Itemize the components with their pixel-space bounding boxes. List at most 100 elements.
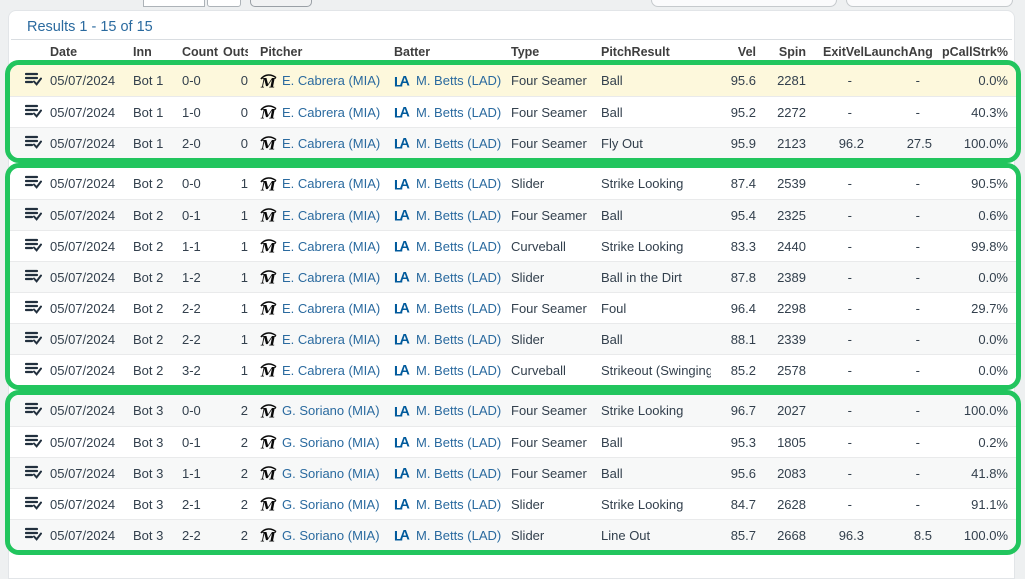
cell-pitcher-link[interactable]: E. Cabrera (MIA) — [282, 73, 380, 88]
cell-pitch-result: Ball — [591, 466, 711, 481]
cell-batter-link[interactable]: M. Betts (LAD) — [416, 239, 501, 254]
cell-inning: Bot 2 — [133, 176, 182, 191]
table-row[interactable]: 05/07/2024Bot 21-11ME. Cabrera (MIA)LAM.… — [10, 230, 1016, 261]
list-check-icon[interactable] — [25, 135, 42, 149]
cutoff-stepper[interactable] — [207, 0, 241, 7]
column-header-type[interactable]: Type — [501, 45, 591, 59]
column-header-spin[interactable]: Spin — [756, 45, 806, 59]
svg-text:M: M — [260, 469, 276, 481]
cell-exit-velocity: - — [806, 73, 864, 88]
cell-batter-link[interactable]: M. Betts (LAD) — [416, 497, 501, 512]
table-row[interactable]: 05/07/2024Bot 12-00ME. Cabrera (MIA)LAM.… — [10, 127, 1016, 158]
cell-pitcher-link[interactable]: G. Soriano (MIA) — [282, 528, 380, 543]
cell-pitcher-link[interactable]: E. Cabrera (MIA) — [282, 301, 380, 316]
cell-batter-link[interactable]: M. Betts (LAD) — [416, 528, 501, 543]
table-row[interactable]: 05/07/2024Bot 11-00ME. Cabrera (MIA)LAM.… — [10, 96, 1016, 127]
pitch-group-3: 05/07/2024Bot 30-02MG. Soriano (MIA)LAM.… — [5, 390, 1021, 555]
cell-batter-link[interactable]: M. Betts (LAD) — [416, 363, 501, 378]
table-row[interactable]: 05/07/2024Bot 30-12MG. Soriano (MIA)LAM.… — [10, 426, 1016, 457]
column-header-exitvel[interactable]: ExitVel — [806, 45, 864, 59]
cell-pitcher-link[interactable]: E. Cabrera (MIA) — [282, 239, 380, 254]
cell-pitch-type: Four Seamer — [501, 301, 591, 316]
column-header-count[interactable]: Count — [182, 45, 223, 59]
table-row[interactable]: 05/07/2024Bot 30-02MG. Soriano (MIA)LAM.… — [10, 395, 1016, 426]
cell-batter-link[interactable]: M. Betts (LAD) — [416, 176, 501, 191]
row-detail-cell — [10, 135, 50, 152]
column-header-launchang[interactable]: LaunchAng — [864, 45, 932, 59]
table-row[interactable]: 05/07/2024Bot 21-21ME. Cabrera (MIA)LAM.… — [10, 261, 1016, 292]
table-row[interactable]: 05/07/2024Bot 32-22MG. Soriano (MIA)LAM.… — [10, 519, 1016, 550]
list-check-icon[interactable] — [25, 331, 42, 345]
cell-pcallstrk: 0.2% — [932, 435, 1008, 450]
cell-batter-link[interactable]: M. Betts (LAD) — [416, 136, 501, 151]
cell-velocity: 83.3 — [711, 239, 756, 254]
cell-pitcher-link[interactable]: E. Cabrera (MIA) — [282, 105, 380, 120]
cell-pitcher-link[interactable]: E. Cabrera (MIA) — [282, 363, 380, 378]
list-check-icon[interactable] — [25, 269, 42, 283]
column-header-pcallstrk[interactable]: pCallStrk% — [932, 45, 1008, 59]
row-detail-cell — [10, 72, 50, 89]
column-header-date[interactable]: Date — [50, 45, 133, 59]
cell-batter-link[interactable]: M. Betts (LAD) — [416, 403, 501, 418]
cell-pcallstrk: 90.5% — [932, 176, 1008, 191]
list-check-icon[interactable] — [25, 465, 42, 479]
list-check-icon[interactable] — [25, 434, 42, 448]
column-header-outs[interactable]: Outs — [223, 45, 248, 59]
cell-pitcher-link[interactable]: E. Cabrera (MIA) — [282, 208, 380, 223]
cell-pitch-type: Curveball — [501, 239, 591, 254]
list-check-icon[interactable] — [25, 207, 42, 221]
svg-text:M: M — [260, 366, 276, 378]
cell-batter-link[interactable]: M. Betts (LAD) — [416, 301, 501, 316]
column-header-pitcher[interactable]: Pitcher — [248, 45, 384, 59]
list-check-icon[interactable] — [25, 362, 42, 376]
cell-pitcher-link[interactable]: E. Cabrera (MIA) — [282, 270, 380, 285]
cell-batter-link[interactable]: M. Betts (LAD) — [416, 332, 501, 347]
cell-batter-link[interactable]: M. Betts (LAD) — [416, 435, 501, 450]
cell-pitch-result: Line Out — [591, 528, 711, 543]
cell-count: 2-2 — [182, 528, 223, 543]
list-check-icon[interactable] — [25, 300, 42, 314]
cell-batter-link[interactable]: M. Betts (LAD) — [416, 73, 501, 88]
list-check-icon[interactable] — [25, 238, 42, 252]
table-row[interactable]: 05/07/2024Bot 31-12MG. Soriano (MIA)LAM.… — [10, 457, 1016, 488]
table-row[interactable]: 05/07/2024Bot 32-12MG. Soriano (MIA)LAM.… — [10, 488, 1016, 519]
cell-launch-angle: - — [864, 332, 932, 347]
list-check-icon[interactable] — [25, 496, 42, 510]
dodgers-la-logo: LA — [394, 331, 411, 347]
column-header-pitchresult[interactable]: PitchResult — [591, 45, 711, 59]
cell-exit-velocity: 96.3 — [806, 528, 864, 543]
cell-pitcher-link[interactable]: G. Soriano (MIA) — [282, 435, 380, 450]
cell-batter-link[interactable]: M. Betts (LAD) — [416, 208, 501, 223]
cutoff-toolbar-button-right[interactable] — [846, 0, 1013, 7]
table-row[interactable]: 05/07/2024Bot 20-01ME. Cabrera (MIA)LAM.… — [10, 168, 1016, 199]
cutoff-go-button[interactable] — [250, 0, 312, 7]
table-row[interactable]: 05/07/2024Bot 23-21ME. Cabrera (MIA)LAM.… — [10, 354, 1016, 385]
list-check-icon[interactable] — [25, 72, 42, 86]
table-row[interactable]: 05/07/2024Bot 22-21ME. Cabrera (MIA)LAM.… — [10, 292, 1016, 323]
cell-pitcher-link[interactable]: E. Cabrera (MIA) — [282, 332, 380, 347]
list-check-icon[interactable] — [25, 104, 42, 118]
cell-inning: Bot 1 — [133, 136, 182, 151]
table-row[interactable]: 05/07/2024Bot 20-11ME. Cabrera (MIA)LAM.… — [10, 199, 1016, 230]
cell-batter-link[interactable]: M. Betts (LAD) — [416, 270, 501, 285]
column-header-inn[interactable]: Inn — [133, 45, 182, 59]
table-row[interactable]: 05/07/2024Bot 10-00ME. Cabrera (MIA)LAM.… — [10, 65, 1016, 96]
cell-pitcher-link[interactable]: G. Soriano (MIA) — [282, 403, 380, 418]
list-check-icon[interactable] — [25, 402, 42, 416]
table-row[interactable]: 05/07/2024Bot 22-21ME. Cabrera (MIA)LAM.… — [10, 323, 1016, 354]
cell-pitcher-link[interactable]: E. Cabrera (MIA) — [282, 176, 380, 191]
column-header-batter[interactable]: Batter — [384, 45, 501, 59]
cutoff-text-input[interactable] — [143, 0, 205, 7]
list-check-icon[interactable] — [25, 527, 42, 541]
cell-batter-link[interactable]: M. Betts (LAD) — [416, 466, 501, 481]
cell-pitcher-link[interactable]: G. Soriano (MIA) — [282, 466, 380, 481]
list-check-icon[interactable] — [25, 175, 42, 189]
dodgers-la-logo: LA — [394, 434, 411, 450]
svg-text:M: M — [260, 76, 276, 88]
cell-batter-link[interactable]: M. Betts (LAD) — [416, 105, 501, 120]
cell-pitcher-link[interactable]: E. Cabrera (MIA) — [282, 136, 380, 151]
cutoff-toolbar-button-left[interactable] — [651, 0, 837, 7]
column-header-vel[interactable]: Vel — [711, 45, 756, 59]
cell-pitcher-link[interactable]: G. Soriano (MIA) — [282, 497, 380, 512]
marlins-logo: M — [260, 269, 277, 285]
